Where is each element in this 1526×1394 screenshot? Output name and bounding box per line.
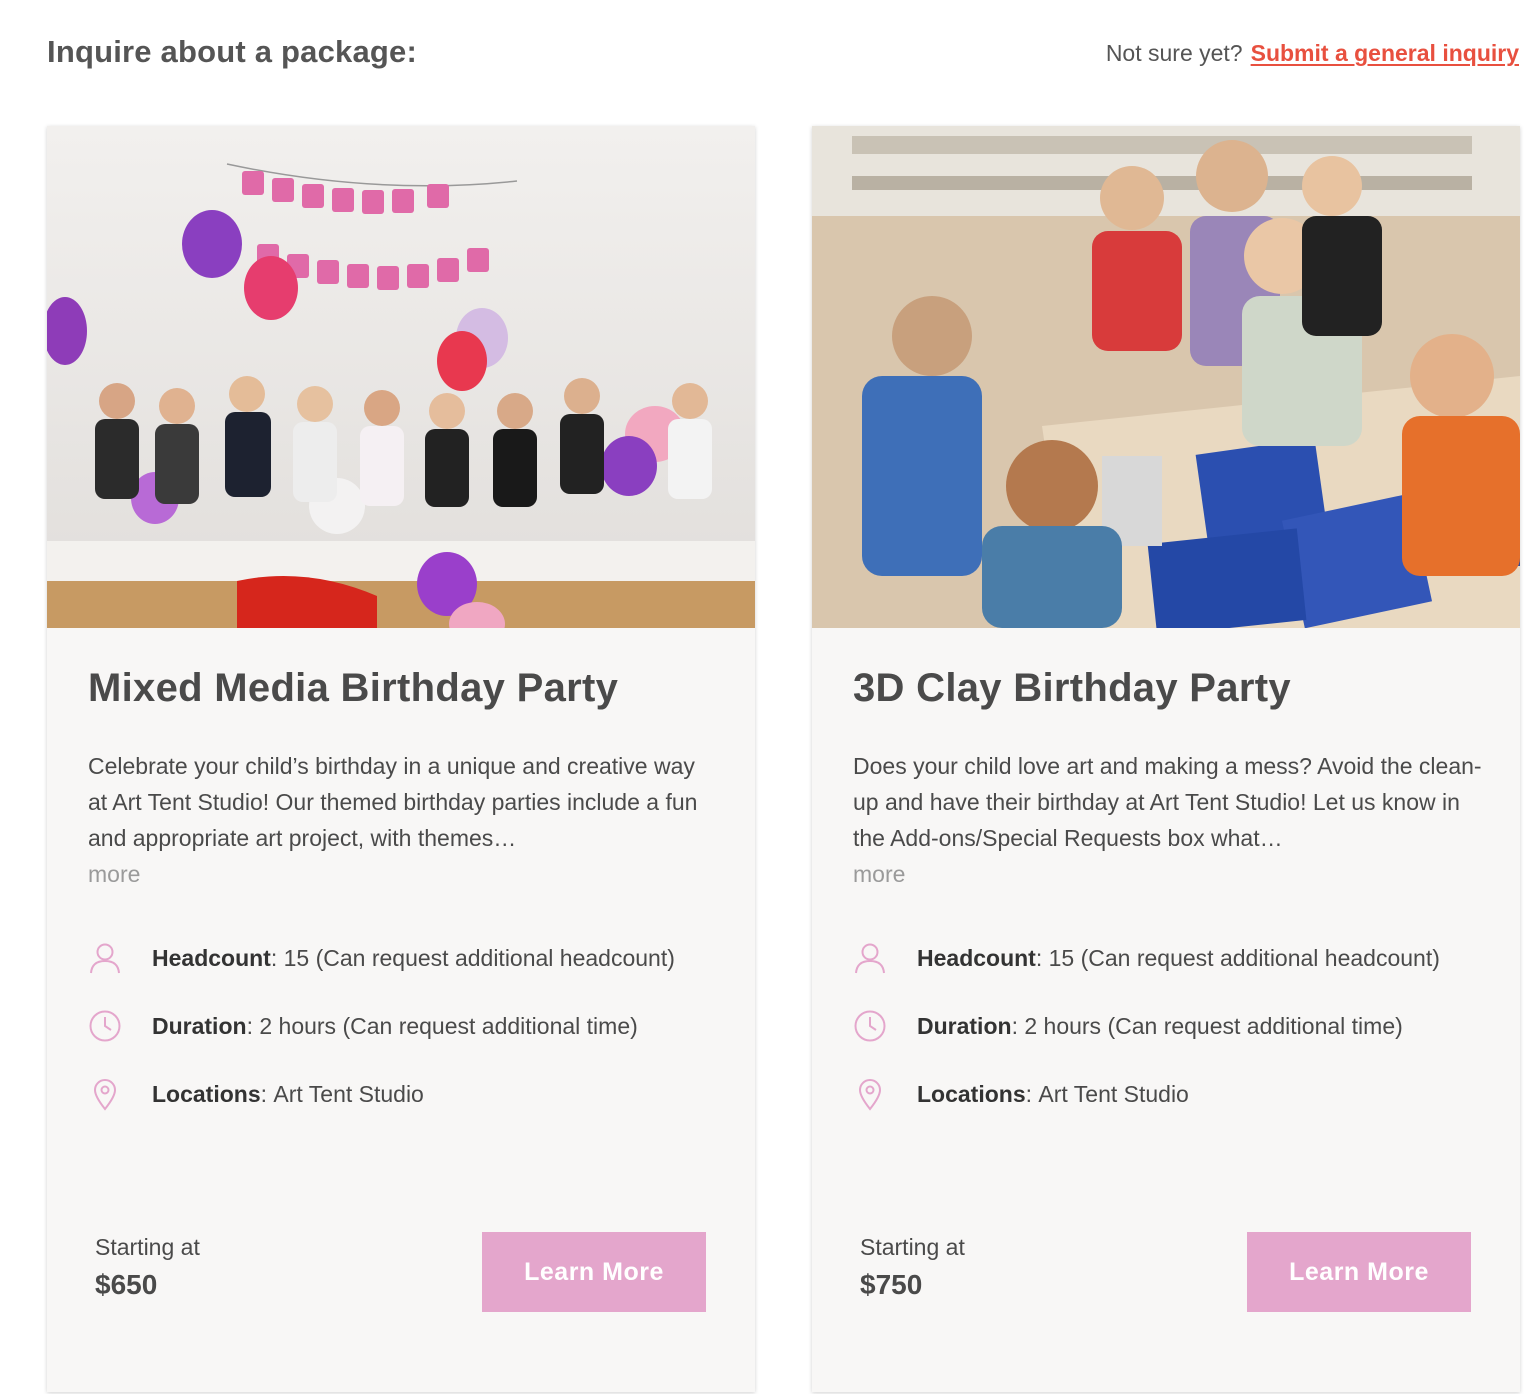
price-value: $750: [860, 1269, 923, 1300]
locations-value: Art Tent Studio: [273, 1080, 424, 1107]
locations-value: Art Tent Studio: [1038, 1080, 1189, 1107]
headcount-row: Headcount: 15 (Can request additional he…: [88, 938, 675, 978]
package-description: Does your child love art and making a me…: [853, 748, 1483, 892]
headcount-label: Headcount: [917, 944, 1036, 971]
more-link[interactable]: more: [88, 856, 718, 892]
package-title: Mixed Media Birthday Party: [88, 666, 619, 710]
learn-more-button[interactable]: Learn More: [1247, 1232, 1471, 1312]
package-description: Celebrate your child’s birthday in a uni…: [88, 748, 718, 892]
price-value: $650: [95, 1269, 158, 1300]
starting-at-label: Starting at: [860, 1234, 965, 1260]
learn-more-button[interactable]: Learn More: [482, 1232, 706, 1312]
package-card-3d-clay: 3D Clay Birthday Party Does your child l…: [812, 126, 1520, 1392]
duration-value: 2 hours (Can request additional time): [259, 1012, 638, 1039]
price-block: Starting at $750: [860, 1234, 965, 1301]
general-inquiry-link[interactable]: Submit a general inquiry: [1251, 40, 1519, 66]
more-link[interactable]: more: [853, 856, 1483, 892]
map-pin-icon: [853, 1076, 887, 1112]
headcount-value: 15 (Can request additional headcount): [283, 944, 675, 971]
map-pin-icon: [88, 1076, 122, 1112]
package-photo: [47, 126, 755, 628]
duration-label: Duration: [917, 1012, 1012, 1039]
party-photo-image: [47, 126, 755, 628]
locations-row: Locations: Art Tent Studio: [88, 1074, 424, 1114]
package-photo: [812, 126, 1520, 628]
clay-party-photo-image: [812, 126, 1520, 628]
page-header: Inquire about a package: Not sure yet? Su…: [47, 34, 1519, 78]
person-icon: [88, 940, 122, 976]
duration-row: Duration: 2 hours (Can request additiona…: [88, 1006, 638, 1046]
package-title: 3D Clay Birthday Party: [853, 666, 1291, 710]
locations-label: Locations: [152, 1080, 261, 1107]
clock-icon: [853, 1008, 887, 1044]
package-description-text: Does your child love art and making a me…: [853, 753, 1482, 851]
not-sure-text: Not sure yet?: [1105, 40, 1243, 66]
duration-row: Duration: 2 hours (Can request additiona…: [853, 1006, 1403, 1046]
price-block: Starting at $650: [95, 1234, 200, 1301]
duration-label: Duration: [152, 1012, 247, 1039]
duration-value: 2 hours (Can request additional time): [1024, 1012, 1403, 1039]
package-description-text: Celebrate your child’s birthday in a uni…: [88, 753, 698, 851]
locations-label: Locations: [917, 1080, 1026, 1107]
headcount-row: Headcount: 15 (Can request additional he…: [853, 938, 1440, 978]
general-inquiry-prompt: Not sure yet? Submit a general inquiry: [1106, 40, 1519, 67]
locations-row: Locations: Art Tent Studio: [853, 1074, 1189, 1114]
clock-icon: [88, 1008, 122, 1044]
headcount-value: 15 (Can request additional headcount): [1048, 944, 1440, 971]
person-icon: [853, 940, 887, 976]
headcount-label: Headcount: [152, 944, 271, 971]
starting-at-label: Starting at: [95, 1234, 200, 1260]
package-card-mixed-media: Mixed Media Birthday Party Celebrate you…: [47, 126, 755, 1392]
page-title: Inquire about a package:: [47, 34, 417, 69]
